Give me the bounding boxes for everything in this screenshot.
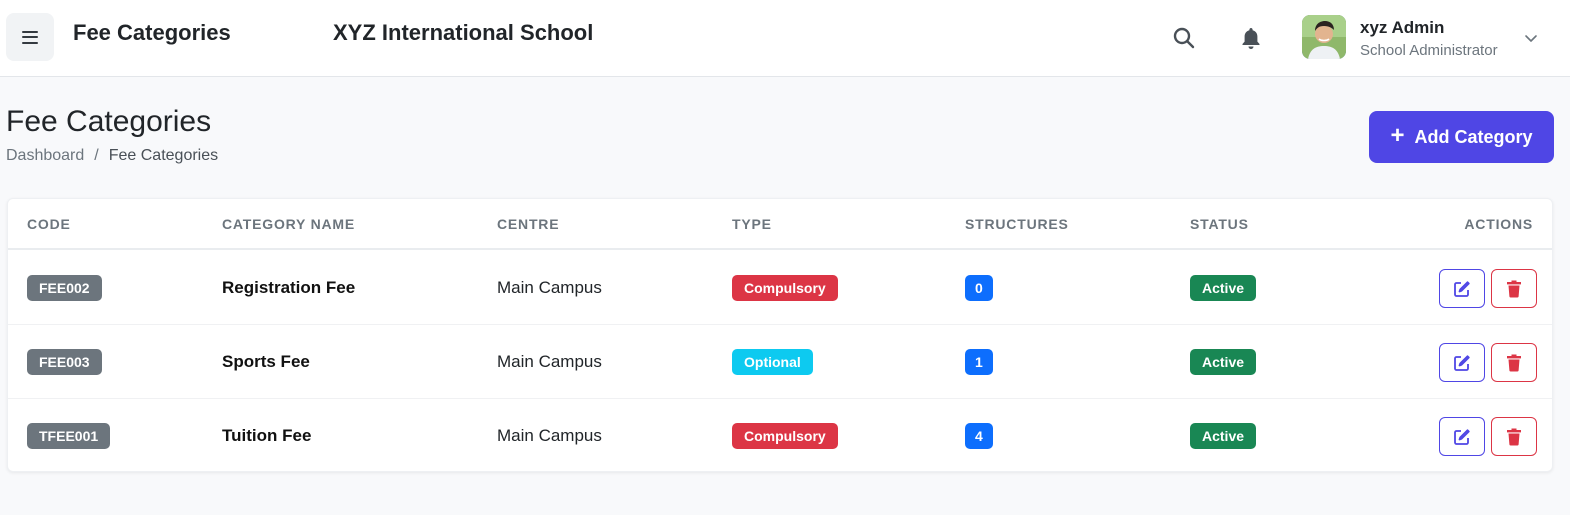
top-bar: Fee Categories XYZ International School … bbox=[0, 0, 1570, 77]
edit-button[interactable] bbox=[1439, 269, 1485, 308]
avatar[interactable] bbox=[1302, 15, 1346, 59]
trash-icon bbox=[1507, 428, 1521, 446]
centre-name: Main Campus bbox=[497, 426, 602, 445]
user-role: School Administrator bbox=[1360, 42, 1498, 59]
structures-count-badge: 1 bbox=[965, 348, 993, 375]
column-header-type[interactable]: TYPE bbox=[732, 216, 772, 232]
code-badge: TFEE001 bbox=[27, 423, 111, 449]
chevron-down-icon[interactable] bbox=[1523, 30, 1539, 46]
status-badge: Active bbox=[1190, 423, 1257, 449]
add-category-button[interactable]: + Add Category bbox=[1369, 111, 1554, 163]
top-bar-title: Fee Categories bbox=[73, 20, 231, 45]
type-badge: Compulsory bbox=[732, 423, 838, 449]
trash-icon bbox=[1507, 280, 1521, 298]
edit-button[interactable] bbox=[1439, 343, 1485, 382]
column-header-structures[interactable]: STRUCTURES bbox=[965, 216, 1069, 232]
school-name: XYZ International School bbox=[333, 20, 594, 45]
breadcrumb: Dashboard / Fee Categories bbox=[6, 147, 218, 165]
table-row: FEE002 Registration Fee Main Campus Comp… bbox=[8, 251, 1552, 325]
plus-icon: + bbox=[1390, 122, 1405, 149]
edit-icon bbox=[1454, 280, 1470, 297]
table-row: TFEE001 Tuition Fee Main Campus Compulso… bbox=[8, 399, 1552, 473]
breadcrumb-current: Fee Categories bbox=[108, 147, 219, 164]
type-badge: Compulsory bbox=[732, 274, 838, 301]
centre-name: Main Campus bbox=[497, 277, 602, 297]
breadcrumb-dashboard-link[interactable]: Dashboard bbox=[6, 147, 84, 165]
table-row: FEE003 Sports Fee Main Campus Optional 1… bbox=[8, 325, 1552, 399]
centre-name: Main Campus bbox=[497, 351, 602, 371]
column-header-centre[interactable]: CENTRE bbox=[497, 216, 559, 232]
column-header-actions: ACTIONS bbox=[1464, 216, 1533, 232]
category-name: Registration Fee bbox=[222, 277, 356, 297]
edit-icon bbox=[1454, 428, 1470, 445]
category-name: Sports Fee bbox=[222, 351, 310, 371]
edit-button[interactable] bbox=[1439, 417, 1485, 456]
search-icon[interactable] bbox=[1172, 26, 1196, 50]
status-badge: Active bbox=[1190, 274, 1257, 301]
add-category-label: Add Category bbox=[1414, 126, 1533, 147]
trash-icon bbox=[1507, 354, 1521, 372]
fee-categories-table: CODE CATEGORY NAME CENTRE TYPE STRUCTURE… bbox=[7, 198, 1553, 472]
column-header-category-name[interactable]: CATEGORY NAME bbox=[222, 216, 355, 232]
structures-count-badge: 0 bbox=[965, 274, 993, 301]
category-name: Tuition Fee bbox=[222, 426, 312, 445]
delete-button[interactable] bbox=[1491, 343, 1537, 382]
page-title: Fee Categories bbox=[6, 105, 212, 138]
type-badge: Optional bbox=[732, 348, 813, 375]
delete-button[interactable] bbox=[1491, 417, 1537, 456]
bell-icon[interactable] bbox=[1240, 26, 1262, 50]
breadcrumb-separator: / bbox=[94, 147, 99, 164]
menu-toggle-button[interactable] bbox=[6, 13, 54, 61]
column-header-status[interactable]: STATUS bbox=[1190, 216, 1249, 232]
edit-icon bbox=[1454, 354, 1470, 371]
menu-icon bbox=[22, 30, 38, 44]
code-badge: FEE002 bbox=[27, 274, 102, 301]
status-badge: Active bbox=[1190, 348, 1257, 375]
delete-button[interactable] bbox=[1491, 269, 1537, 308]
column-header-code[interactable]: CODE bbox=[27, 216, 71, 232]
table-header: CODE CATEGORY NAME CENTRE TYPE STRUCTURE… bbox=[8, 199, 1552, 250]
code-badge: FEE003 bbox=[27, 348, 102, 375]
structures-count-badge: 4 bbox=[965, 423, 993, 449]
user-name: xyz Admin bbox=[1360, 18, 1445, 37]
